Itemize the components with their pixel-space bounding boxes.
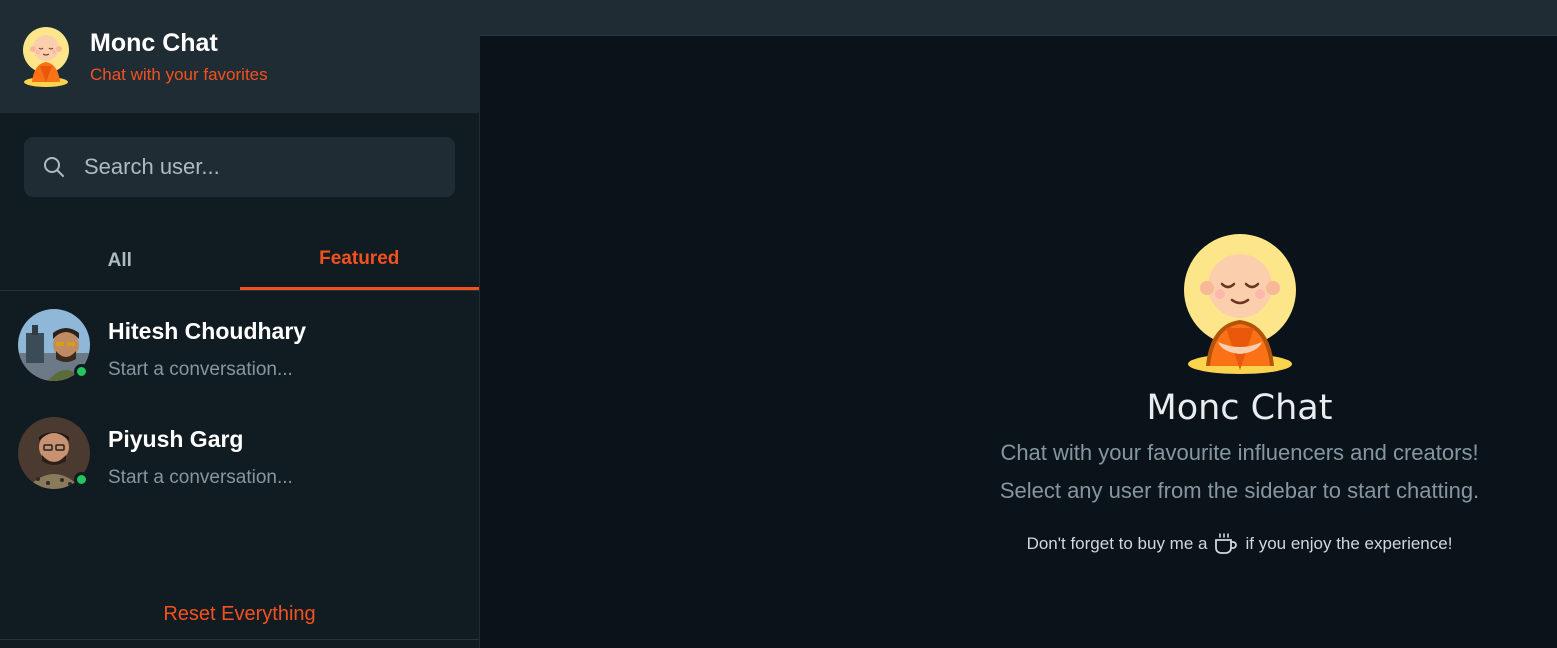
coffee-note: Don't forget to buy me a if you enjoy th… [1026,532,1453,556]
tab-all[interactable]: All [0,237,240,290]
brand-subtitle: Chat with your favorites [90,64,268,84]
coffee-note-prefix: Don't forget to buy me a [1026,534,1208,553]
user-item-piyush[interactable]: Piyush Garg Start a conversation... [0,399,479,507]
user-item-hitesh[interactable]: Hitesh Choudhary Start a conversation... [0,291,479,399]
online-status-dot [74,472,89,487]
welcome-tagline: Chat with your favourite influencers and… [1000,440,1479,465]
user-name: Piyush Garg [108,426,244,452]
main-header [480,0,1557,36]
user-list: Hitesh Choudhary Start a conversation... [0,291,479,507]
user-info: Hitesh Choudhary Start a conversation... [108,309,306,381]
divider [0,639,479,640]
user-preview: Start a conversation... [108,467,293,488]
reset-everything-button[interactable]: Reset Everything [0,603,479,626]
coffee-cup-icon[interactable] [1213,532,1239,556]
search-box[interactable] [24,137,455,197]
app-root: Monc Chat Chat with your favorites All F… [0,0,1557,648]
online-status-dot [74,364,89,379]
monk-logo-icon [22,26,70,88]
monk-logo-icon [1183,234,1296,374]
brand-block: Monc Chat Chat with your favorites [90,29,268,85]
search-icon [44,157,64,177]
avatar [18,417,90,489]
coffee-note-suffix: if you enjoy the experience! [1245,534,1453,553]
sidebar-header: Monc Chat Chat with your favorites [0,0,479,113]
brand-title: Monc Chat [90,28,218,57]
main-panel: Monc Chat Chat with your favourite influ… [480,0,1557,648]
tab-featured[interactable]: Featured [239,237,479,290]
welcome-instruction: Select any user from the sidebar to star… [999,478,1480,503]
sidebar: Monc Chat Chat with your favorites All F… [0,0,480,648]
tab-bar: All Featured [0,237,479,291]
welcome-title: Monc Chat [1146,388,1333,428]
user-info: Piyush Garg Start a conversation... [108,417,293,489]
welcome-screen: Monc Chat Chat with your favourite influ… [480,232,1557,556]
search-wrapper [0,113,479,197]
user-preview: Start a conversation... [108,359,293,380]
search-input[interactable] [84,154,455,180]
avatar [18,309,90,381]
user-name: Hitesh Choudhary [108,318,307,344]
